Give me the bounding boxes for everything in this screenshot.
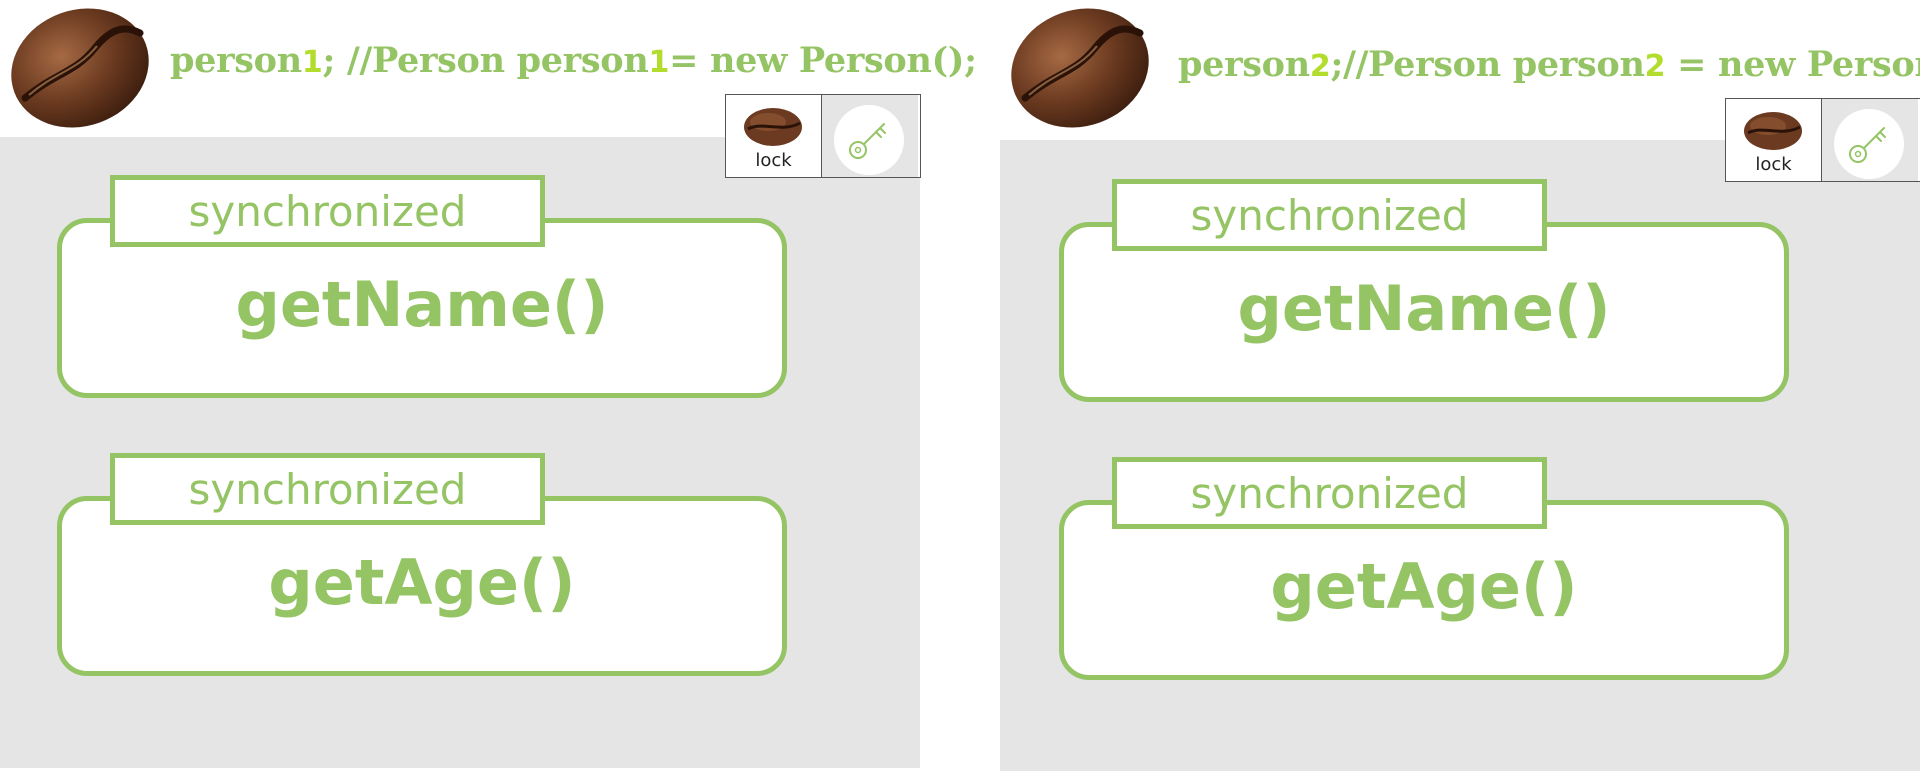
lock-cell: lock (1726, 99, 1822, 181)
method-name: getAge() (1270, 550, 1578, 623)
comment-number: 2 (1644, 49, 1666, 84)
object-lock-box: lock (725, 94, 921, 178)
lock-cell: lock (726, 95, 822, 177)
separator: ; (1330, 44, 1344, 85)
key-cell (1822, 99, 1918, 181)
coffee-bean-icon (11, 8, 149, 128)
synchronized-tag: synchronized (1112, 457, 1547, 529)
method-name: getName() (1237, 272, 1611, 345)
comment-text: //Person person (346, 40, 649, 81)
object-declaration: person1; //Person person1= new Person(); (170, 40, 977, 81)
object-name: person (170, 40, 302, 81)
method-name: getName() (235, 268, 609, 341)
object-lock-box: lock (1725, 98, 1920, 182)
lock-label: lock (755, 150, 792, 171)
comment-number: 1 (648, 45, 670, 80)
coffee-bean-icon (1744, 112, 1802, 150)
object-number: 1 (301, 45, 323, 80)
object-declaration: person2;//Person person2 = new Person(); (1178, 44, 1920, 85)
key-cell (822, 95, 918, 177)
synchronized-tag: synchronized (110, 175, 545, 247)
separator: ; (322, 40, 347, 81)
object-panel-person2: person2;//Person person2 = new Person();… (1000, 0, 1920, 771)
comment-text: //Person person (1343, 44, 1645, 85)
object-name: person (1178, 44, 1310, 85)
coffee-bean-icon (744, 108, 802, 146)
comment-text-tail: = new Person(); (1677, 44, 1920, 85)
coffee-bean-icon (1011, 8, 1149, 128)
object-number: 2 (1309, 49, 1331, 84)
key-icon (1849, 127, 1886, 163)
comment-text-tail: = new Person(); (669, 40, 977, 81)
synchronized-tag: synchronized (1112, 179, 1547, 251)
object-panel-person1: person1; //Person person1= new Person();… (0, 0, 977, 768)
key-icon (849, 123, 886, 159)
method-name: getAge() (268, 546, 576, 619)
lock-label: lock (1755, 154, 1792, 175)
synchronized-tag: synchronized (110, 453, 545, 525)
